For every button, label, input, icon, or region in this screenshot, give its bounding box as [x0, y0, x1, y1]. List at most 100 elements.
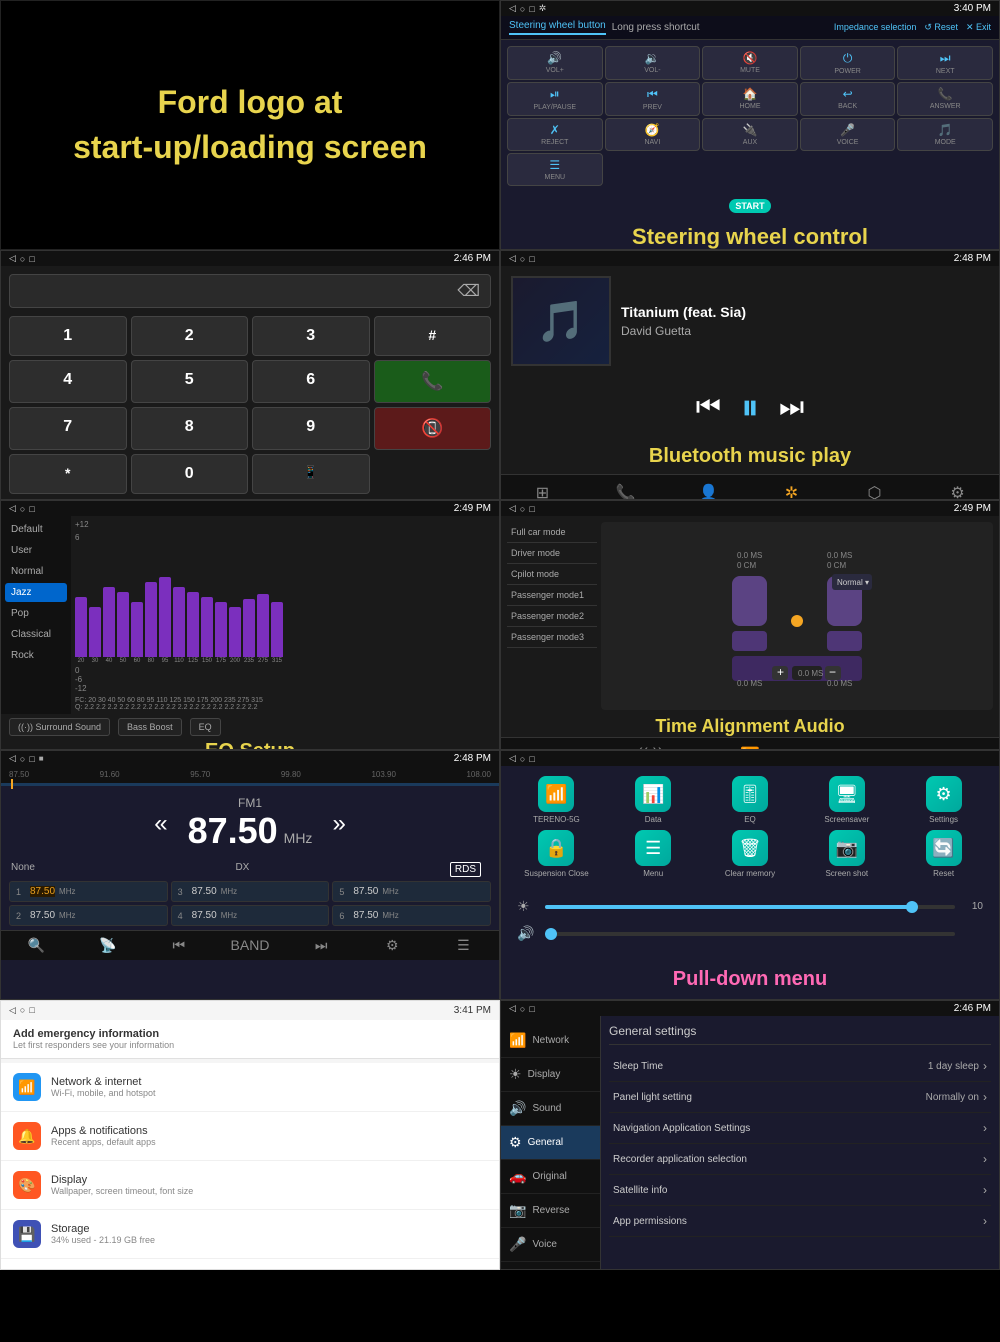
sidebar-general[interactable]: ⚙ General: [501, 1126, 600, 1160]
nav-radio-band[interactable]: BAND: [214, 937, 285, 954]
ta-passenger3[interactable]: Passenger mode3: [507, 627, 597, 648]
nav-radio-prev[interactable]: ⏮: [143, 937, 214, 954]
nav-ta-surround[interactable]: ((·)): [601, 742, 701, 750]
steering-tab1[interactable]: Steering wheel button: [509, 20, 606, 35]
nav-ta-dot[interactable]: ◉: [800, 742, 900, 750]
pd-eq[interactable]: 🎚 EQ: [705, 776, 796, 824]
nav-radio-next[interactable]: ⏭: [286, 937, 357, 954]
dial-call[interactable]: 📞: [374, 360, 492, 403]
surround-btn[interactable]: ((·)) Surround Sound: [9, 718, 110, 736]
preset-3[interactable]: 3 87.50 MHz: [171, 881, 330, 902]
dial-7[interactable]: 7: [9, 407, 127, 450]
setting-app-permissions[interactable]: App permissions ›: [609, 1206, 991, 1237]
exit-option[interactable]: ✕ Exit: [966, 22, 991, 33]
eq-btn[interactable]: EQ: [190, 718, 221, 736]
pd-clear[interactable]: 🗑 Clear memory: [705, 830, 796, 878]
sw-aux[interactable]: 🔌AUX: [702, 118, 798, 151]
pd-wifi[interactable]: 📶 TERENO-5G: [511, 776, 602, 824]
playpause-btn[interactable]: ⏸: [741, 386, 759, 429]
sw-reject[interactable]: ✗REJECT: [507, 118, 603, 151]
pd-screensaver[interactable]: 🖥 Screensaver: [801, 776, 892, 824]
setting-sleep[interactable]: Sleep Time 1 day sleep ›: [609, 1051, 991, 1082]
preset-default[interactable]: Default: [5, 520, 67, 539]
setting-satellite[interactable]: Satellite info ›: [609, 1175, 991, 1206]
sw-navi[interactable]: 🧭NAVI: [605, 118, 701, 151]
delete-icon[interactable]: ⌫: [457, 281, 480, 301]
nav-apps2[interactable]: ⊞: [501, 479, 584, 500]
sw-prev[interactable]: ⏮PREV: [605, 82, 701, 116]
ta-fullcar[interactable]: Full car mode: [507, 522, 597, 543]
preset-pop[interactable]: Pop: [5, 604, 67, 623]
dial-6[interactable]: 6: [252, 360, 370, 403]
setting-panel-light[interactable]: Panel light setting Normally on ›: [609, 1082, 991, 1113]
nav-contacts2[interactable]: 👤: [667, 479, 750, 500]
ta-copilot[interactable]: Cpilot mode: [507, 564, 597, 585]
ta-passenger1[interactable]: Passenger mode1: [507, 585, 597, 606]
pd-screenshot[interactable]: 📷 Screen shot: [801, 830, 892, 878]
nav-radio-search[interactable]: 🔍: [1, 937, 72, 954]
dial-star[interactable]: *: [9, 454, 127, 494]
sw-mute[interactable]: 🔇MUTE: [702, 46, 798, 80]
nav-settings2[interactable]: ⚙: [916, 479, 999, 500]
reset-option[interactable]: ↺ Reset: [924, 22, 958, 33]
dial-0[interactable]: 0: [131, 454, 249, 494]
sw-menu[interactable]: ☰MENU: [507, 153, 603, 186]
volume-track[interactable]: [545, 932, 955, 936]
dial-5[interactable]: 5: [131, 360, 249, 403]
preset-4[interactable]: 4 87.50 MHz: [171, 905, 330, 926]
sw-vol-down[interactable]: 🔉VOL-: [605, 46, 701, 80]
sw-mode[interactable]: 🎵MODE: [897, 118, 993, 151]
nav-radio-eq[interactable]: ⚙: [357, 937, 428, 954]
sidebar-display[interactable]: ☀ Display: [501, 1058, 600, 1092]
dial-hash[interactable]: #: [374, 316, 492, 356]
preset-normal[interactable]: Normal: [5, 562, 67, 581]
sw-playpause[interactable]: ⏯PLAY/PAUSE: [507, 82, 603, 116]
preset-2[interactable]: 2 87.50 MHz: [9, 905, 168, 926]
preset-jazz[interactable]: Jazz: [5, 583, 67, 602]
dial-4[interactable]: 4: [9, 360, 127, 403]
dial-contacts[interactable]: 📱: [252, 454, 370, 494]
sw-vol-up[interactable]: 🔊VOL+: [507, 46, 603, 80]
pd-menu[interactable]: ☰ Menu: [608, 830, 699, 878]
android-network[interactable]: 📶 Network & internet Wi-Fi, mobile, and …: [1, 1063, 499, 1112]
pd-settings[interactable]: ⚙ Settings: [898, 776, 989, 824]
sidebar-reverse[interactable]: 📷 Reverse: [501, 1194, 600, 1228]
next-btn[interactable]: ⏭: [779, 391, 804, 424]
nav-bt3[interactable]: ⬡: [833, 479, 916, 500]
preset-5[interactable]: 5 87.50 MHz: [332, 881, 491, 902]
sw-next[interactable]: ⏭NEXT: [897, 46, 993, 80]
preset-1[interactable]: 1 87.50 MHz: [9, 881, 168, 902]
sw-home[interactable]: 🏠HOME: [702, 82, 798, 116]
android-apps[interactable]: 🔔 Apps & notifications Recent apps, defa…: [1, 1112, 499, 1161]
sidebar-original[interactable]: 🚗 Original: [501, 1160, 600, 1194]
pd-data[interactable]: 📊 Data: [608, 776, 699, 824]
preset-classical[interactable]: Classical: [5, 625, 67, 644]
bass-btn[interactable]: Bass Boost: [118, 718, 182, 736]
radio-fwd-btn[interactable]: »: [332, 810, 345, 838]
android-display[interactable]: 🎨 Display Wallpaper, screen timeout, fon…: [1, 1161, 499, 1210]
sw-back[interactable]: ↩BACK: [800, 82, 896, 116]
nav-ta-eq[interactable]: ⚙: [501, 742, 601, 750]
brightness-track[interactable]: [545, 905, 955, 909]
steering-tab2[interactable]: Long press shortcut: [612, 22, 700, 33]
setting-nav-app[interactable]: Navigation Application Settings ›: [609, 1113, 991, 1144]
android-privacy[interactable]: 🔒 Privacy Permissions, account activity: [1, 1259, 499, 1270]
sidebar-sound[interactable]: 🔊 Sound: [501, 1092, 600, 1126]
pd-reset[interactable]: 🔄 Reset: [898, 830, 989, 878]
setting-recorder[interactable]: Recorder application selection ›: [609, 1144, 991, 1175]
preset-6[interactable]: 6 87.50 MHz: [332, 905, 491, 926]
sidebar-network[interactable]: 📶 Network: [501, 1024, 600, 1058]
ta-driver[interactable]: Driver mode: [507, 543, 597, 564]
preset-rock[interactable]: Rock: [5, 646, 67, 665]
impedance-option[interactable]: Impedance selection: [834, 22, 917, 33]
sw-voice[interactable]: 🎤VOICE: [800, 118, 896, 151]
nav-ta-bars[interactable]: ▤: [899, 742, 999, 750]
pd-suspension[interactable]: 🔒 Suspension Close: [511, 830, 602, 878]
nav-phone2[interactable]: 📞: [584, 479, 667, 500]
nav-radio-antenna[interactable]: 📡: [72, 937, 143, 954]
nav-ta-signal[interactable]: 📶: [700, 742, 800, 750]
sw-answer[interactable]: 📞ANSWER: [897, 82, 993, 116]
radio-back-btn[interactable]: «: [154, 810, 167, 838]
android-storage[interactable]: 💾 Storage 34% used - 21.19 GB free: [1, 1210, 499, 1259]
dial-8[interactable]: 8: [131, 407, 249, 450]
